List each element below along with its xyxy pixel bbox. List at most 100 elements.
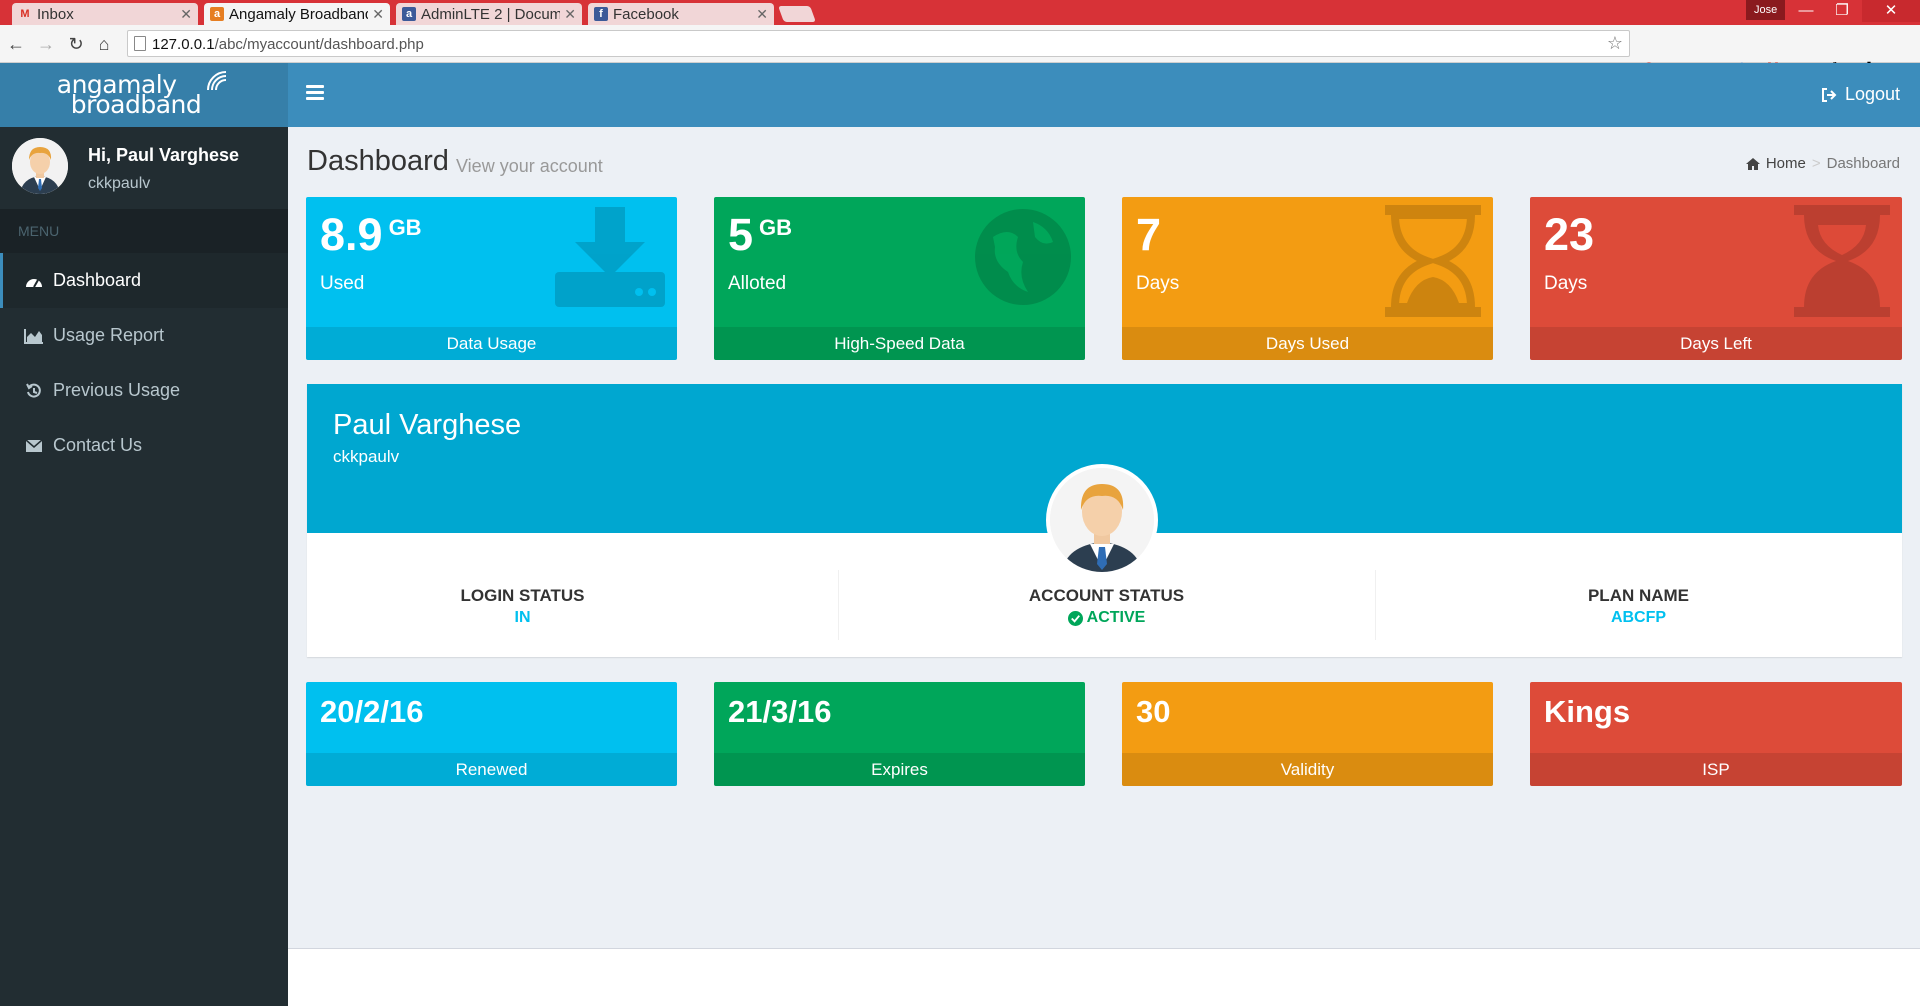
user-username: ckkpaulv bbox=[88, 175, 151, 192]
download-icon bbox=[555, 207, 665, 307]
profile-name: Paul Varghese bbox=[333, 409, 522, 441]
info-footer: Renewed bbox=[306, 753, 677, 786]
stat-value: 8.9 bbox=[320, 209, 383, 260]
stat-value: 7 bbox=[1136, 209, 1162, 260]
stat-label: Used bbox=[320, 273, 365, 294]
profile-badge[interactable]: Jose bbox=[1746, 0, 1786, 20]
info-value: Kings bbox=[1544, 694, 1631, 729]
wifi-icon bbox=[207, 71, 227, 91]
dashboard-icon bbox=[23, 272, 45, 290]
bookmark-star-icon[interactable]: ☆ bbox=[1607, 33, 1623, 54]
sidebar-item-label: Dashboard bbox=[53, 270, 142, 290]
plan-name: PLAN NAME ABCFP bbox=[1587, 586, 1690, 626]
stat-value: 23 bbox=[1544, 209, 1595, 260]
forward-icon[interactable]: → bbox=[34, 32, 58, 56]
main-content: Dashboard View your account Home > Dashb… bbox=[288, 127, 1920, 948]
profile-avatar bbox=[1046, 464, 1158, 576]
check-circle-icon bbox=[1067, 610, 1083, 626]
browser-tab-facebook[interactable]: f Facebook ✕ bbox=[588, 3, 774, 25]
page-title: Dashboard bbox=[307, 145, 449, 177]
globe-icon bbox=[975, 209, 1071, 305]
sidebar-item-contact-us[interactable]: Contact Us bbox=[0, 418, 288, 473]
info-box-validity: 30 Validity bbox=[1122, 682, 1493, 786]
stat-footer-link[interactable]: Data Usage bbox=[306, 327, 677, 360]
facebook-icon: f bbox=[594, 7, 608, 21]
info-value: 30 bbox=[1136, 694, 1171, 729]
page-footer bbox=[288, 948, 1920, 1006]
breadcrumb-separator: > bbox=[1811, 155, 1821, 172]
stat-footer-link[interactable]: Days Left bbox=[1530, 327, 1902, 360]
gmail-icon: M bbox=[20, 8, 30, 20]
avatar bbox=[12, 138, 68, 194]
info-value: 21/3/16 bbox=[728, 694, 832, 729]
envelope-icon bbox=[23, 437, 45, 455]
url-input[interactable]: 127.0.0.1/abc/myaccount/dashboard.php ☆ bbox=[127, 30, 1630, 57]
sidebar-item-label: Contact Us bbox=[53, 435, 143, 455]
breadcrumb-current: Dashboard bbox=[1826, 155, 1900, 172]
info-footer: Expires bbox=[714, 753, 1085, 786]
stat-unit: GB bbox=[759, 215, 793, 240]
maximize-icon[interactable]: ❐ bbox=[1820, 0, 1864, 22]
page-icon bbox=[134, 36, 146, 51]
info-value: 20/2/16 bbox=[320, 694, 424, 729]
login-status: LOGIN STATUS IN bbox=[460, 586, 585, 626]
close-icon[interactable]: ✕ bbox=[372, 6, 384, 23]
stat-footer-link[interactable]: High-Speed Data bbox=[714, 327, 1085, 360]
history-icon bbox=[23, 382, 45, 400]
stat-value: 5 bbox=[728, 209, 754, 260]
stat-box-high-speed-data: 5 GB Alloted High-Speed Data bbox=[714, 197, 1085, 360]
menu-header: MENU bbox=[0, 209, 288, 253]
browser-tab-inbox[interactable]: M Inbox ✕ bbox=[12, 3, 198, 25]
browser-tab-strip: M Inbox ✕ a Angamaly Broadband ✕ a Admin… bbox=[0, 0, 1920, 25]
info-box-renewed: 20/2/16 Renewed bbox=[306, 682, 677, 786]
hourglass-half-icon bbox=[1385, 205, 1481, 317]
account-status: ACCOUNT STATUS ACTIVE bbox=[1028, 586, 1185, 626]
breadcrumb: Home > Dashboard bbox=[1745, 155, 1900, 172]
sidebar-toggle-icon[interactable] bbox=[306, 85, 324, 101]
close-icon[interactable]: ✕ bbox=[180, 6, 192, 23]
site-icon: a bbox=[210, 7, 224, 21]
stat-label: Days bbox=[1544, 273, 1588, 294]
browser-tab-angamaly[interactable]: a Angamaly Broadband ✕ bbox=[204, 3, 390, 25]
stat-box-days-left: 23 Days Days Left bbox=[1530, 197, 1902, 360]
logo[interactable]: angamaly broadband bbox=[57, 71, 232, 117]
user-panel: Hi, Paul Varghese ckkpaulv bbox=[0, 127, 288, 209]
close-icon[interactable]: ✕ bbox=[756, 6, 768, 23]
page-subtitle: View your account bbox=[456, 156, 603, 176]
profile-username: ckkpaulv bbox=[333, 447, 400, 466]
home-icon[interactable]: ⌂ bbox=[92, 32, 116, 56]
address-bar: ← → ↻ ⌂ 127.0.0.1/abc/myaccount/dashboar… bbox=[0, 25, 1920, 75]
stat-unit: GB bbox=[388, 215, 422, 240]
sidebar-item-dashboard[interactable]: Dashboard bbox=[0, 253, 288, 308]
logout-button[interactable]: Logout bbox=[1821, 84, 1900, 105]
back-icon[interactable]: ← bbox=[4, 32, 28, 56]
profile-widget: Paul Varghese ckkpaulv LOGIN STATUS IN A… bbox=[307, 384, 1902, 657]
breadcrumb-home-link[interactable]: Home bbox=[1766, 155, 1806, 172]
stat-label: Days bbox=[1136, 273, 1180, 294]
stat-box-days-used: 7 Days Days Used bbox=[1122, 197, 1493, 360]
new-tab-button[interactable] bbox=[778, 6, 816, 22]
adminlte-icon: a bbox=[402, 7, 416, 21]
info-footer: ISP bbox=[1530, 753, 1902, 786]
logo-area[interactable]: angamaly broadband bbox=[0, 63, 288, 127]
stat-footer-link[interactable]: Days Used bbox=[1122, 327, 1493, 360]
sidebar-item-usage-report[interactable]: Usage Report bbox=[0, 308, 288, 363]
info-box-isp: Kings ISP bbox=[1530, 682, 1902, 786]
hourglass-end-icon bbox=[1794, 205, 1890, 317]
home-icon bbox=[1745, 157, 1760, 170]
top-navbar: Logout bbox=[288, 63, 1920, 127]
area-chart-icon bbox=[23, 327, 45, 345]
close-window-icon[interactable]: ✕ bbox=[1862, 0, 1920, 22]
reload-icon[interactable]: ↻ bbox=[64, 32, 88, 56]
sidebar-item-previous-usage[interactable]: Previous Usage bbox=[0, 363, 288, 418]
stat-box-data-usage: 8.9 GB Used Data Usage bbox=[306, 197, 677, 360]
browser-tab-adminlte[interactable]: a AdminLTE 2 | Documentation ✕ bbox=[396, 3, 582, 25]
close-icon[interactable]: ✕ bbox=[564, 6, 576, 23]
sidebar-item-label: Usage Report bbox=[53, 325, 165, 345]
info-footer: Validity bbox=[1122, 753, 1493, 786]
stat-label: Alloted bbox=[728, 273, 787, 294]
sidebar-item-label: Previous Usage bbox=[53, 380, 181, 400]
sidebar: Hi, Paul Varghese ckkpaulv MENU Dashboar… bbox=[0, 127, 288, 1006]
user-greeting: Hi, Paul Varghese bbox=[88, 145, 240, 165]
sign-out-icon bbox=[1821, 87, 1837, 102]
